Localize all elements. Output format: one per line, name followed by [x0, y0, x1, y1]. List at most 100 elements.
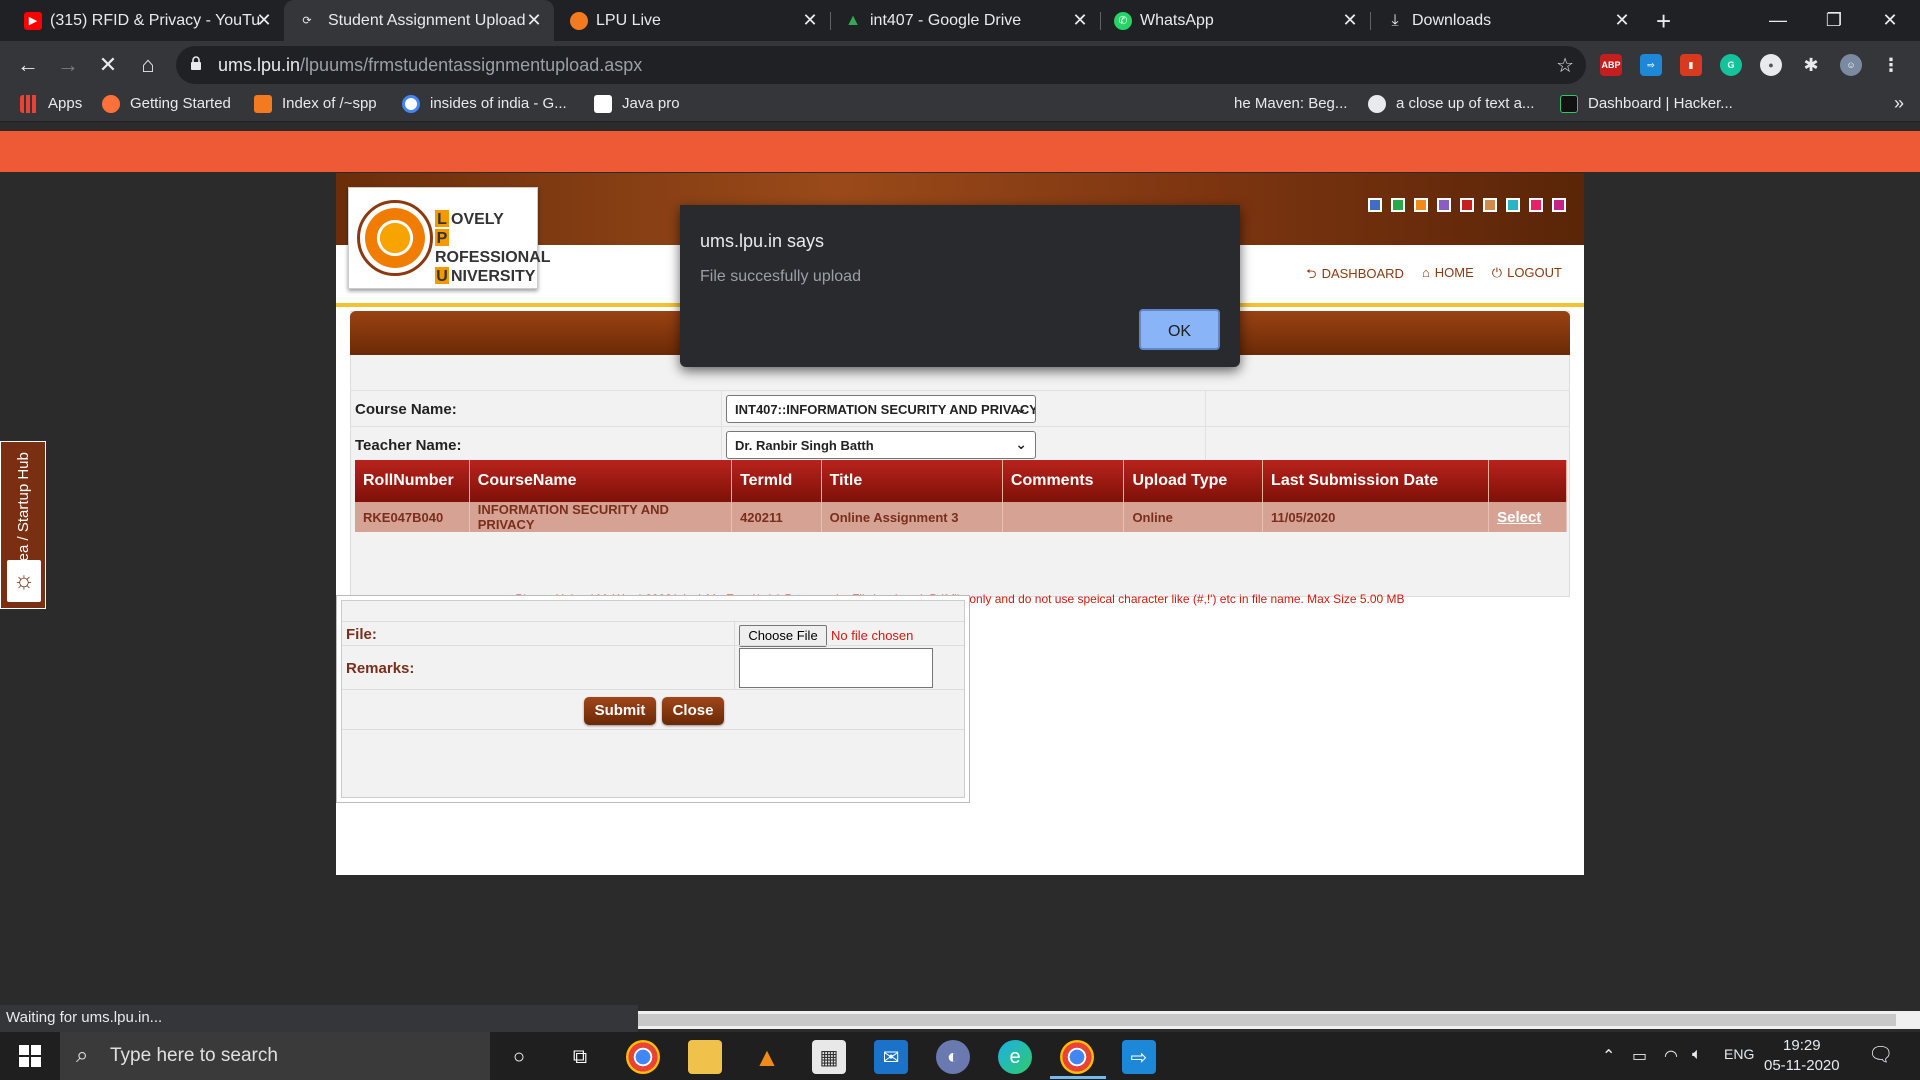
remarks-textarea[interactable] — [739, 648, 933, 688]
bookmark-index-spp[interactable]: Index of /~spp — [254, 95, 377, 113]
lpu-logo[interactable]: L OVELY P ROFESSIONAL U NIVERSITY — [348, 187, 551, 289]
bookmark-star-icon[interactable]: ☆ — [1556, 53, 1574, 78]
bookmark-java[interactable]: Java pro — [594, 95, 680, 113]
more-bookmarks-icon[interactable]: » — [1894, 93, 1904, 114]
close-icon[interactable]: ✕ — [1612, 10, 1632, 31]
remarks-cell — [734, 646, 933, 689]
theme-swatch[interactable] — [1552, 198, 1566, 212]
tab-separator — [830, 12, 831, 30]
volume-icon[interactable]: 🔈︎ — [1692, 1046, 1702, 1064]
course-select[interactable]: INT407::INFORMATION SECURITY AND PRIVACY… — [726, 395, 1036, 423]
theme-swatch[interactable] — [1437, 198, 1451, 212]
course-label: Course Name: — [355, 401, 457, 418]
taskbar-search[interactable]: ⌕ Type here to search — [60, 1032, 490, 1080]
restore-button[interactable]: ❐ — [1806, 0, 1862, 41]
bookmark-getting-started[interactable]: Getting Started — [102, 95, 231, 113]
upload-form-inner: File: Choose File No file chosen Remarks… — [341, 600, 965, 798]
vlc-icon[interactable]: ▲ — [750, 1040, 784, 1074]
close-icon[interactable]: ✕ — [254, 10, 274, 31]
app-icon[interactable]: ⇨ — [1122, 1040, 1156, 1074]
search-placeholder: Type here to search — [110, 1045, 278, 1066]
user-avatar-icon[interactable]: ☺ — [1840, 54, 1862, 76]
bookmark-close-up[interactable]: a close up of text a... — [1368, 95, 1535, 113]
bookmark-label: a close up of text a... — [1396, 95, 1535, 112]
edge-icon[interactable]: e — [998, 1040, 1032, 1074]
store-icon[interactable]: ▦ — [812, 1040, 846, 1074]
dashboard-label: DASHBOARD — [1321, 266, 1404, 281]
wifi-icon[interactable]: ◠ — [1664, 1046, 1678, 1066]
theme-swatch[interactable] — [1414, 198, 1428, 212]
home-button[interactable]: ⌂ — [132, 49, 164, 81]
theme-swatch[interactable] — [1483, 198, 1497, 212]
file-cell: Choose File No file chosen — [734, 622, 913, 647]
show-hidden-icons[interactable]: ⌃ — [1602, 1046, 1615, 1066]
dashboard-link[interactable]: ⮌ DASHBOARD — [1306, 265, 1404, 287]
task-view-icon[interactable]: ⧉ — [563, 1040, 597, 1074]
language-indicator[interactable]: ENG — [1724, 1046, 1754, 1062]
close-button[interactable]: Close — [662, 697, 724, 725]
tab-downloads[interactable]: ⤓ Downloads ✕ — [1386, 0, 1632, 41]
tab-lpu-live[interactable]: LPU Live ✕ — [570, 0, 820, 41]
clock[interactable]: 19:29 05-11-2020 — [1764, 1036, 1840, 1076]
teacher-select[interactable]: Dr. Ranbir Singh Batth ⌄ — [726, 431, 1036, 459]
lpu-icon — [570, 11, 588, 30]
notifications-icon[interactable]: 🗨︎ — [1868, 1042, 1893, 1067]
hackerrank-icon — [1560, 95, 1578, 113]
choose-file-button[interactable]: Choose File — [739, 625, 827, 647]
start-button[interactable] — [0, 1032, 60, 1080]
bookmark-hackerrank[interactable]: Dashboard | Hacker... — [1560, 95, 1733, 113]
minimize-button[interactable]: — — [1750, 0, 1806, 41]
idea-startup-hub-tab[interactable]: Idea / Startup Hub ☼ — [0, 441, 46, 609]
close-icon[interactable]: ✕ — [524, 10, 544, 31]
logout-link[interactable]: ⏻ LOGOUT — [1492, 265, 1562, 287]
menu-kebab-icon[interactable]: ⋮ — [1880, 54, 1902, 76]
horizontal-scrollbar[interactable] — [638, 1011, 1920, 1029]
theme-swatch[interactable] — [1460, 198, 1474, 212]
bookmark-label: Dashboard | Hacker... — [1588, 95, 1733, 112]
close-icon[interactable]: ✕ — [1340, 10, 1360, 31]
chrome-icon[interactable] — [626, 1040, 660, 1074]
bookmark-insides-india[interactable]: insides of india - G... — [402, 95, 567, 113]
logo-initial: P — [435, 229, 449, 247]
new-tab-button[interactable]: + — [1656, 6, 1671, 37]
stop-button[interactable]: ✕ — [92, 49, 124, 81]
submit-button[interactable]: Submit — [584, 697, 656, 725]
close-icon[interactable]: ✕ — [1070, 10, 1090, 31]
theme-swatch[interactable] — [1529, 198, 1543, 212]
cortana-icon[interactable]: ○ — [502, 1040, 536, 1074]
grammarly-icon[interactable]: G — [1720, 54, 1742, 76]
close-window-button[interactable]: ✕ — [1862, 0, 1918, 41]
extension-icon[interactable]: ▮ — [1680, 54, 1702, 76]
scrollbar-thumb[interactable] — [638, 1014, 1896, 1026]
back-button[interactable]: ← — [12, 49, 44, 81]
theme-swatch[interactable] — [1506, 198, 1520, 212]
tab-whatsapp[interactable]: ✆ WhatsApp ✕ — [1114, 0, 1360, 41]
loading-icon: ⟳ — [302, 15, 312, 27]
file-label: File: — [346, 626, 377, 643]
battery-icon[interactable]: ▭ — [1632, 1046, 1647, 1066]
file-explorer-icon[interactable] — [688, 1040, 722, 1074]
tab-student-assignment[interactable]: ⟳ Student Assignment Upload ✕ — [284, 0, 554, 41]
bookmark-apps[interactable]: Apps — [20, 95, 82, 113]
logo-initial: L — [435, 210, 449, 228]
extension-icon[interactable]: ⇨ — [1640, 54, 1662, 76]
theme-swatch[interactable] — [1368, 198, 1382, 212]
app-icon[interactable]: ◐ — [936, 1040, 970, 1074]
tab-google-drive[interactable]: ▲ int407 - Google Drive ✕ — [844, 0, 1090, 41]
theme-swatch[interactable] — [1391, 198, 1405, 212]
adblock-extension-icon[interactable]: ABP — [1600, 54, 1622, 76]
close-icon[interactable]: ✕ — [800, 10, 820, 31]
address-bar[interactable]: ums.lpu.in/lpuums/frmstudentassignmentup… — [176, 46, 1586, 84]
select-link[interactable]: Select — [1497, 509, 1541, 526]
chrome-active-icon[interactable] — [1060, 1040, 1094, 1074]
ok-button[interactable]: OK — [1139, 309, 1220, 350]
home-link[interactable]: ⌂ HOME — [1422, 265, 1474, 287]
profile-avatar-icon[interactable]: ● — [1760, 54, 1782, 76]
tab-separator — [1370, 12, 1371, 30]
windows-logo-icon — [19, 1045, 41, 1067]
tab-youtube[interactable]: ▶ (315) RFID & Privacy - YouTube ✕ — [24, 0, 274, 41]
bookmark-maven[interactable]: he Maven: Beg... — [1210, 95, 1347, 112]
mail-icon[interactable]: ✉ — [874, 1040, 908, 1074]
extensions-puzzle-icon[interactable]: ✱ — [1800, 54, 1822, 76]
forward-button[interactable]: → — [52, 49, 84, 81]
